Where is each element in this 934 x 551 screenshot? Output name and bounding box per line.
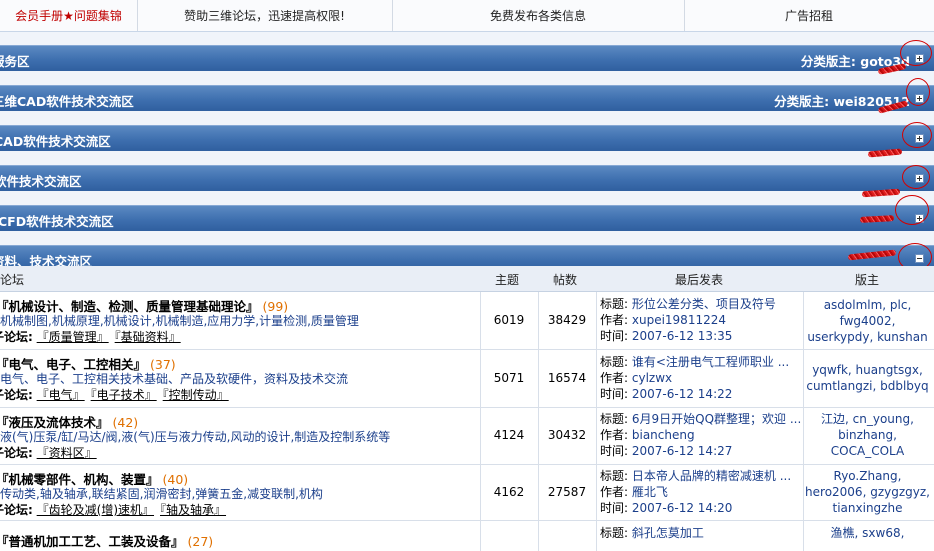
post-count: 38429 <box>547 313 587 327</box>
last-post: 标题: 日本帝人品牌的精密减速机 ... 作者: 雁北飞 时间: 2007-6-… <box>600 469 792 515</box>
table-row: 『机械设计、制造、检测、质量管理基础理论』 (99) 机械制图,机械原理,机械设计… <box>0 292 934 350</box>
moderators[interactable]: Ryo.Zhang, hero2006, gzygzgyz, tianxingz… <box>805 468 930 516</box>
subforum-link[interactable]: 『齿轮及减(增)速机』 <box>37 503 154 517</box>
category-bar-service: 服务区 分类版主: goto3d <box>0 45 934 71</box>
top-nav: 会员手册★问题集锦 赞助三维论坛，迅速提高权限! 免费发布各类信息 广告招租 <box>0 0 934 32</box>
subforum-link[interactable]: 『电气』 <box>37 388 85 402</box>
category-bar-cfd: CFD软件技术交流区 <box>0 205 934 231</box>
last-post-title[interactable]: 谁有<注册电气工程师职业 ... <box>632 355 789 369</box>
subforums: 子论坛: 『齿轮及减(增)速机』『轴及轴承』 <box>0 503 227 517</box>
subforum-link[interactable]: 『资料区』 <box>37 446 97 460</box>
subforums: 子论坛: 『资料区』 <box>0 446 97 460</box>
header-forum: 论坛 <box>0 273 25 287</box>
forum-table-header: 论坛 主题 帖数 最后发表 版主 <box>0 266 934 292</box>
subforum-link[interactable]: 『轴及轴承』 <box>160 503 226 517</box>
subforum-link[interactable]: 『电子技术』 <box>91 388 157 402</box>
last-post-author[interactable]: cylzwx <box>632 371 672 385</box>
moderators[interactable]: 江边, cn_young, binzhang, COCA_COLA <box>805 411 930 459</box>
table-row: 『液压及流体技术』 (42) 液(气)压泵/缸/马达/阀,液(气)压与液力传动,风… <box>0 408 934 465</box>
subforum-link[interactable]: 『控制传动』 <box>163 388 229 402</box>
last-post-time: 2007-6-12 14:22 <box>631 387 733 401</box>
nav-link-member-handbook[interactable]: 会员手册★问题集锦 <box>0 0 138 31</box>
last-post: 标题: 形位公差分类、项目及符号 作者: xupei19811224 时间: 2… <box>600 297 776 343</box>
header-posts: 帖数 <box>553 273 578 287</box>
post-count: 30432 <box>547 428 587 442</box>
annotation-circle <box>895 195 929 225</box>
nav-link-sponsor[interactable]: 赞助三维论坛，迅速提高权限! <box>137 0 393 31</box>
last-post: 标题: 6月9日开始QQ群整理；欢迎 ... 作者: biancheng 时间:… <box>600 412 802 458</box>
annotation-circle <box>902 122 932 148</box>
header-last-post: 最后发表 <box>675 273 724 287</box>
table-row: 『机械零部件、机构、装置』 (40) 传动类,轴及轴承,联结紧固,润滑密封,弹簧五… <box>0 465 934 521</box>
header-topics: 主题 <box>495 273 520 287</box>
annotation-circle <box>902 165 930 189</box>
forum-description: 机械制图,机械原理,机械设计,机械制造,应用力学,计量检测,质量管理 <box>0 314 359 328</box>
subforum-link[interactable]: 『基础资料』 <box>115 330 181 344</box>
topic-count: 5071 <box>493 371 525 385</box>
annotation-circle <box>906 78 930 106</box>
category-bar-3d-cad: 三维CAD软件技术交流区 分类版主: wei820512 <box>0 85 934 111</box>
category-bar-cad: CAD软件技术交流区 <box>0 125 934 151</box>
last-post-author[interactable]: xupei19811224 <box>632 313 726 327</box>
last-post-author[interactable]: biancheng <box>632 428 695 442</box>
category-title[interactable]: 服务区 <box>0 51 30 70</box>
topic-count: 6019 <box>493 313 525 327</box>
last-post-title[interactable]: 形位公差分类、项目及符号 <box>632 297 776 311</box>
post-count: 16574 <box>547 371 587 385</box>
last-post-author[interactable]: 雁北飞 <box>632 485 668 499</box>
forum-description: 液(气)压泵/缸/马达/阀,液(气)压与液力传动,风动的设计,制造及控制系统等 <box>0 430 391 444</box>
last-post: 标题: 谁有<注册电气工程师职业 ... 作者: cylzwx 时间: 2007… <box>600 355 790 401</box>
nav-link-ads[interactable]: 广告招租 <box>684 0 934 31</box>
category-title[interactable]: CAD软件技术交流区 <box>0 131 111 150</box>
forum-name[interactable]: 『普通机加工工艺、工装及设备』 (27) <box>0 531 213 550</box>
category-title[interactable]: 三维CAD软件技术交流区 <box>0 91 134 110</box>
last-post-time: 2007-6-12 14:27 <box>631 444 733 458</box>
subforum-link[interactable]: 『质量管理』 <box>37 330 109 344</box>
last-post-title[interactable]: 6月9日开始QQ群整理；欢迎 ... <box>632 412 801 426</box>
category-title[interactable]: CFD软件技术交流区 <box>0 211 114 230</box>
last-post-title[interactable]: 斜孔怎莫加工 <box>632 526 704 540</box>
annotation-circle <box>900 40 932 66</box>
subforums: 子论坛: 『质量管理』『基础资料』 <box>0 330 181 344</box>
category-bar-software: 软件技术交流区 <box>0 165 934 191</box>
nav-link-free-post[interactable]: 免费发布各类信息 <box>392 0 685 31</box>
last-post: 标题: 斜孔怎莫加工 <box>600 526 704 540</box>
table-row: 『普通机加工工艺、工装及设备』 (27) 标题: 斜孔怎莫加工 渔樵, sxw68… <box>0 521 934 551</box>
last-post-time: 2007-6-12 14:20 <box>631 501 733 515</box>
subforums: 子论坛: 『电气』『电子技术』『控制传动』 <box>0 388 229 402</box>
moderators[interactable]: 渔樵, sxw68, <box>805 525 930 541</box>
header-moderators: 版主 <box>855 273 880 287</box>
forum-description: 电气、电子、工控相关技术基础、产品及软硬件，资料及技术交流 <box>0 372 349 386</box>
table-row: 『电气、电子、工控相关』 (37) 电气、电子、工控相关技术基础、产品及软硬件，资… <box>0 350 934 408</box>
forum-description: 传动类,轴及轴承,联结紧固,润滑密封,弹簧五金,减变联制,机构 <box>0 487 323 501</box>
last-post-time: 2007-6-12 13:35 <box>631 329 733 343</box>
topic-count: 4124 <box>493 428 525 442</box>
topic-count: 4162 <box>493 485 525 499</box>
post-count: 27587 <box>547 485 587 499</box>
today-count: (27) <box>187 534 214 549</box>
category-title[interactable]: 软件技术交流区 <box>0 171 82 190</box>
moderators[interactable]: asdolmlm, plc, fwg4002, userkypdy, kunsh… <box>805 297 930 345</box>
moderators[interactable]: yqwfk, huangtsgx, cumtlangzi, bdblbyq <box>805 362 930 394</box>
last-post-title[interactable]: 日本帝人品牌的精密减速机 ... <box>632 469 791 483</box>
